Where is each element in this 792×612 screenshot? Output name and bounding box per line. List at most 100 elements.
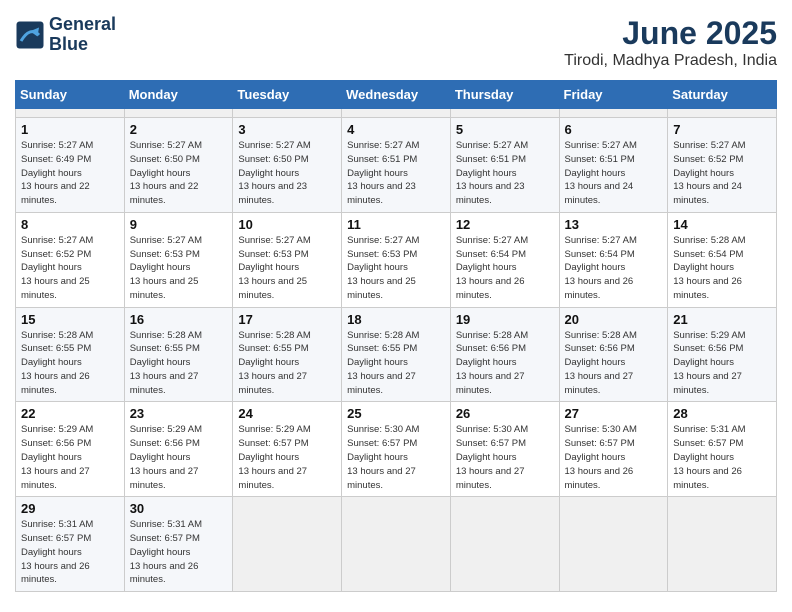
calendar-week-row <box>16 109 777 118</box>
cell-content: Sunrise: 5:27 AMSunset: 6:52 PMDaylight … <box>21 234 119 303</box>
day-number: 2 <box>130 122 228 137</box>
day-number: 26 <box>456 406 554 421</box>
calendar-cell: 30Sunrise: 5:31 AMSunset: 6:57 PMDayligh… <box>124 497 233 592</box>
day-header-wednesday: Wednesday <box>342 81 451 109</box>
calendar-cell: 15Sunrise: 5:28 AMSunset: 6:55 PMDayligh… <box>16 307 125 402</box>
day-number: 21 <box>673 312 771 327</box>
calendar-header-row: SundayMondayTuesdayWednesdayThursdayFrid… <box>16 81 777 109</box>
calendar-table: SundayMondayTuesdayWednesdayThursdayFrid… <box>15 80 777 592</box>
calendar-week-row: 15 Sunrise: 5:28 AMSunset: 6:55 PMDayligh… <box>16 307 777 402</box>
calendar-cell <box>342 497 451 592</box>
day-number: 27 <box>565 406 663 421</box>
day-number: 14 <box>673 217 771 232</box>
title-area: June 2025 Tirodi, Madhya Pradesh, India <box>564 15 777 70</box>
cell-content: Sunrise: 5:27 AMSunset: 6:50 PMDaylight … <box>130 139 228 208</box>
day-number: 5 <box>456 122 554 137</box>
day-number: 12 <box>456 217 554 232</box>
cell-content: Sunrise: 5:27 AMSunset: 6:51 PMDaylight … <box>565 139 663 208</box>
location-title: Tirodi, Madhya Pradesh, India <box>564 52 777 70</box>
logo-icon <box>15 20 45 50</box>
logo-text: General Blue <box>49 15 116 55</box>
day-number: 15 <box>21 312 119 327</box>
calendar-cell <box>450 497 559 592</box>
calendar-cell: 19 Sunrise: 5:28 AMSunset: 6:56 PMDayligh… <box>450 307 559 402</box>
day-number: 30 <box>130 501 228 516</box>
day-number: 7 <box>673 122 771 137</box>
day-number: 20 <box>565 312 663 327</box>
calendar-week-row: 8 Sunrise: 5:27 AMSunset: 6:52 PMDaylight… <box>16 212 777 307</box>
month-title: June 2025 <box>564 15 777 52</box>
calendar-cell: 1 Sunrise: 5:27 AMSunset: 6:49 PMDaylight… <box>16 118 125 213</box>
day-number: 18 <box>347 312 445 327</box>
day-header-monday: Monday <box>124 81 233 109</box>
cell-content: Sunrise: 5:29 AMSunset: 6:56 PMDaylight … <box>673 329 771 398</box>
calendar-week-row: 29 Sunrise: 5:31 AMSunset: 6:57 PMDayligh… <box>16 497 777 592</box>
day-number: 24 <box>238 406 336 421</box>
calendar-cell <box>559 109 668 118</box>
logo-line1: General <box>49 15 116 35</box>
cell-content: Sunrise: 5:28 AMSunset: 6:56 PMDaylight … <box>456 329 554 398</box>
cell-content: Sunrise: 5:31 AMSunset: 6:57 PMDaylight … <box>21 518 119 587</box>
calendar-cell <box>450 109 559 118</box>
calendar-cell: 8 Sunrise: 5:27 AMSunset: 6:52 PMDaylight… <box>16 212 125 307</box>
day-number: 25 <box>347 406 445 421</box>
cell-content: Sunrise: 5:27 AMSunset: 6:54 PMDaylight … <box>565 234 663 303</box>
calendar-cell: 9Sunrise: 5:27 AMSunset: 6:53 PMDaylight… <box>124 212 233 307</box>
cell-content: Sunrise: 5:30 AMSunset: 6:57 PMDaylight … <box>565 423 663 492</box>
logo: General Blue <box>15 15 116 55</box>
day-header-thursday: Thursday <box>450 81 559 109</box>
calendar-cell: 25Sunrise: 5:30 AMSunset: 6:57 PMDayligh… <box>342 402 451 497</box>
cell-content: Sunrise: 5:27 AMSunset: 6:53 PMDaylight … <box>238 234 336 303</box>
calendar-cell: 7 Sunrise: 5:27 AMSunset: 6:52 PMDaylight… <box>668 118 777 213</box>
cell-content: Sunrise: 5:27 AMSunset: 6:51 PMDaylight … <box>456 139 554 208</box>
cell-content: Sunrise: 5:27 AMSunset: 6:49 PMDaylight … <box>21 139 119 208</box>
calendar-cell: 28Sunrise: 5:31 AMSunset: 6:57 PMDayligh… <box>668 402 777 497</box>
calendar-cell <box>16 109 125 118</box>
day-number: 8 <box>21 217 119 232</box>
day-number: 28 <box>673 406 771 421</box>
logo-line2: Blue <box>49 35 116 55</box>
calendar-cell: 27 Sunrise: 5:30 AMSunset: 6:57 PMDayligh… <box>559 402 668 497</box>
calendar-cell: 21 Sunrise: 5:29 AMSunset: 6:56 PMDayligh… <box>668 307 777 402</box>
day-number: 16 <box>130 312 228 327</box>
day-header-saturday: Saturday <box>668 81 777 109</box>
calendar-cell: 6Sunrise: 5:27 AMSunset: 6:51 PMDaylight… <box>559 118 668 213</box>
cell-content: Sunrise: 5:29 AMSunset: 6:56 PMDaylight … <box>130 423 228 492</box>
calendar-cell: 11Sunrise: 5:27 AMSunset: 6:53 PMDayligh… <box>342 212 451 307</box>
calendar-cell: 29 Sunrise: 5:31 AMSunset: 6:57 PMDayligh… <box>16 497 125 592</box>
day-number: 19 <box>456 312 554 327</box>
cell-content: Sunrise: 5:29 AMSunset: 6:57 PMDaylight … <box>238 423 336 492</box>
calendar-cell: 14Sunrise: 5:28 AMSunset: 6:54 PMDayligh… <box>668 212 777 307</box>
calendar-week-row: 22 Sunrise: 5:29 AMSunset: 6:56 PMDayligh… <box>16 402 777 497</box>
cell-content: Sunrise: 5:30 AMSunset: 6:57 PMDaylight … <box>456 423 554 492</box>
calendar-cell: 3Sunrise: 5:27 AMSunset: 6:50 PMDaylight… <box>233 118 342 213</box>
cell-content: Sunrise: 5:27 AMSunset: 6:52 PMDaylight … <box>673 139 771 208</box>
day-number: 17 <box>238 312 336 327</box>
day-number: 11 <box>347 217 445 232</box>
cell-content: Sunrise: 5:28 AMSunset: 6:55 PMDaylight … <box>238 329 336 398</box>
calendar-cell <box>233 497 342 592</box>
calendar-cell: 4Sunrise: 5:27 AMSunset: 6:51 PMDaylight… <box>342 118 451 213</box>
calendar-cell: 13Sunrise: 5:27 AMSunset: 6:54 PMDayligh… <box>559 212 668 307</box>
calendar-cell: 26 Sunrise: 5:30 AMSunset: 6:57 PMDayligh… <box>450 402 559 497</box>
page-header: General Blue June 2025 Tirodi, Madhya Pr… <box>15 15 777 70</box>
calendar-week-row: 1 Sunrise: 5:27 AMSunset: 6:49 PMDaylight… <box>16 118 777 213</box>
calendar-cell <box>233 109 342 118</box>
day-number: 1 <box>21 122 119 137</box>
day-header-friday: Friday <box>559 81 668 109</box>
day-number: 22 <box>21 406 119 421</box>
day-header-sunday: Sunday <box>16 81 125 109</box>
calendar-cell: 16 Sunrise: 5:28 AMSunset: 6:55 PMDayligh… <box>124 307 233 402</box>
calendar-cell: 20 Sunrise: 5:28 AMSunset: 6:56 PMDayligh… <box>559 307 668 402</box>
cell-content: Sunrise: 5:27 AMSunset: 6:54 PMDaylight … <box>456 234 554 303</box>
day-number: 29 <box>21 501 119 516</box>
cell-content: Sunrise: 5:28 AMSunset: 6:56 PMDaylight … <box>565 329 663 398</box>
calendar-cell: 17 Sunrise: 5:28 AMSunset: 6:55 PMDayligh… <box>233 307 342 402</box>
calendar-cell: 18Sunrise: 5:28 AMSunset: 6:55 PMDayligh… <box>342 307 451 402</box>
cell-content: Sunrise: 5:27 AMSunset: 6:50 PMDaylight … <box>238 139 336 208</box>
cell-content: Sunrise: 5:29 AMSunset: 6:56 PMDaylight … <box>21 423 119 492</box>
cell-content: Sunrise: 5:28 AMSunset: 6:55 PMDaylight … <box>130 329 228 398</box>
calendar-cell <box>559 497 668 592</box>
calendar-cell: 23Sunrise: 5:29 AMSunset: 6:56 PMDayligh… <box>124 402 233 497</box>
calendar-cell <box>668 497 777 592</box>
